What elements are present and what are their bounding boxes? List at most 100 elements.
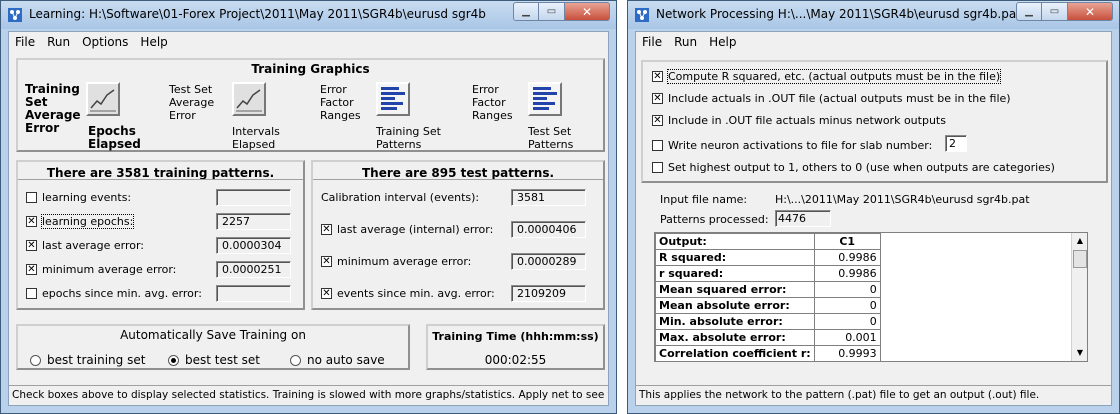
intervals-elapsed-label: Intervals Elapsed bbox=[232, 125, 280, 151]
no-auto-save-label[interactable]: no auto save bbox=[307, 354, 385, 367]
calibration-interval-label: Calibration interval (events): bbox=[321, 191, 480, 204]
learning-events-checkbox[interactable] bbox=[26, 192, 37, 203]
set-highest-output-label: Set highest output to 1, others to 0 (us… bbox=[668, 161, 1055, 174]
include-actuals-checkbox[interactable]: ✕ bbox=[652, 93, 663, 104]
learning-titlebar[interactable]: Learning: H:\Software\01-Forex Project\2… bbox=[1, 1, 616, 29]
results-table: Output: C1 R squared: 0.9986 r squared: 0.… bbox=[655, 233, 881, 361]
minimum-average-error-label: minimum average error: bbox=[42, 263, 177, 276]
learning-window: Learning: H:\Software\01-Forex Project\2… bbox=[0, 0, 617, 414]
line-graph-icon bbox=[90, 89, 116, 112]
line-graph-icon bbox=[236, 89, 262, 112]
network-client: File Run Help ✕ Compute R squared, etc. … bbox=[635, 31, 1112, 406]
learning-events-value bbox=[216, 189, 291, 206]
events-since-min-checkbox[interactable]: ✕ bbox=[321, 288, 332, 299]
best-test-set-label[interactable]: best test set bbox=[185, 354, 260, 367]
network-options-panel: ✕ Compute R squared, etc. (actual output… bbox=[641, 60, 1108, 183]
menu-help[interactable]: Help bbox=[703, 32, 742, 52]
menu-run[interactable]: Run bbox=[41, 32, 76, 52]
maximize-icon: ▭ bbox=[546, 6, 557, 17]
input-file-value: H:\...\2011\May 2011\SGR4b\eurusd sgr4b.… bbox=[775, 193, 1030, 206]
epochs-since-min-label: epochs since min. avg. error: bbox=[42, 287, 202, 300]
maximize-icon: ▭ bbox=[1049, 6, 1060, 17]
training-set-average-error-label: Training Set Average Error bbox=[25, 82, 81, 135]
last-internal-error-value: 0.0000406 bbox=[511, 221, 586, 238]
minimum-average-error-value: 0.0000251 bbox=[216, 261, 291, 278]
table-row: Mean absolute error: 0 bbox=[655, 297, 881, 314]
table-header-cell: Output: bbox=[655, 233, 815, 250]
close-icon: ✕ bbox=[1084, 4, 1096, 19]
minimize-button[interactable]: ▁ bbox=[513, 2, 539, 21]
close-button[interactable]: ✕ bbox=[565, 2, 610, 21]
scroll-thumb[interactable] bbox=[1073, 250, 1087, 268]
last-average-error-value: 0.0000304 bbox=[216, 237, 291, 254]
bar-list-icon bbox=[533, 87, 557, 110]
test-min-average-error-value: 0.0000289 bbox=[511, 253, 586, 270]
bar-list-icon bbox=[381, 87, 405, 110]
epochs-since-min-checkbox[interactable] bbox=[26, 288, 37, 299]
learning-client: File Run Options Help Training Graphics … bbox=[8, 31, 609, 406]
compute-r-squared-checkbox[interactable]: ✕ bbox=[652, 71, 663, 82]
learning-menubar: File Run Options Help bbox=[9, 32, 608, 52]
events-since-min-value: 2109209 bbox=[511, 285, 586, 302]
test-set-average-error-label: Test Set Average Error bbox=[169, 83, 215, 122]
set-highest-output-checkbox[interactable] bbox=[652, 162, 663, 173]
scroll-down-arrow[interactable]: ▼ bbox=[1072, 345, 1087, 361]
results-grid[interactable]: Output: C1 R squared: 0.9986 r squared: 0.… bbox=[654, 232, 1088, 362]
training-graphics-panel: Training Graphics Training Set Average E… bbox=[16, 58, 605, 152]
error-factor-ranges-label-2: Error Factor Ranges bbox=[472, 83, 513, 122]
scroll-up-arrow[interactable]: ▲ bbox=[1072, 233, 1087, 249]
test-min-average-error-label: minimum average error: bbox=[337, 255, 472, 268]
last-internal-error-checkbox[interactable]: ✕ bbox=[321, 224, 332, 235]
maximize-button[interactable]: ▭ bbox=[539, 2, 565, 21]
autosave-heading: Automatically Save Training on bbox=[120, 328, 306, 342]
events-since-min-label: events since min. avg. error: bbox=[337, 287, 495, 300]
app-icon bbox=[8, 8, 22, 22]
close-button[interactable]: ✕ bbox=[1068, 2, 1113, 21]
last-average-error-checkbox[interactable]: ✕ bbox=[26, 240, 37, 251]
training-set-patterns-button[interactable] bbox=[376, 82, 410, 116]
menu-options[interactable]: Options bbox=[76, 32, 134, 52]
test-min-average-error-checkbox[interactable]: ✕ bbox=[321, 256, 332, 267]
test-patterns-panel: There are 895 test patterns. Calibration… bbox=[311, 160, 605, 310]
test-set-patterns-button[interactable] bbox=[528, 82, 562, 116]
learning-statusbar: Check boxes above to display selected st… bbox=[9, 385, 608, 405]
vertical-scrollbar[interactable]: ▲ ▼ bbox=[1071, 233, 1087, 361]
minimize-button[interactable]: ▁ bbox=[1016, 2, 1042, 21]
network-title: Network Processing H:\...\May 2011\SGR4b… bbox=[656, 7, 1021, 21]
learning-epochs-checkbox[interactable]: ✕ bbox=[26, 216, 37, 227]
minimum-average-error-checkbox[interactable]: ✕ bbox=[26, 264, 37, 275]
minimize-icon: ▁ bbox=[1025, 6, 1033, 17]
learning-epochs-value: 2257 bbox=[216, 213, 291, 230]
network-titlebar[interactable]: Network Processing H:\...\May 2011\SGR4b… bbox=[628, 1, 1119, 29]
menu-file[interactable]: File bbox=[9, 32, 41, 52]
no-auto-save-radio[interactable] bbox=[290, 355, 301, 366]
training-graphics-heading: Training Graphics bbox=[251, 62, 370, 76]
best-test-set-radio[interactable] bbox=[168, 355, 179, 366]
best-training-set-radio[interactable] bbox=[30, 355, 41, 366]
training-error-graph-button[interactable] bbox=[86, 82, 120, 116]
slab-number-input[interactable]: 2 bbox=[945, 135, 967, 152]
table-row: Mean squared error: 0 bbox=[655, 281, 881, 298]
maximize-button[interactable]: ▭ bbox=[1042, 2, 1068, 21]
include-actuals-label: Include actuals in .OUT file (actual out… bbox=[668, 92, 1011, 105]
table-row: r squared: 0.9986 bbox=[655, 265, 881, 282]
menu-file[interactable]: File bbox=[636, 32, 668, 52]
patterns-processed-label: Patterns processed: bbox=[660, 213, 769, 226]
error-factor-ranges-label-1: Error Factor Ranges bbox=[320, 83, 361, 122]
menu-help[interactable]: Help bbox=[134, 32, 173, 52]
best-training-set-label[interactable]: best training set bbox=[47, 354, 145, 367]
last-average-error-label: last average error: bbox=[42, 239, 145, 252]
app-icon bbox=[635, 8, 649, 22]
table-row: Correlation coefficient r: 0.9993 bbox=[655, 345, 881, 361]
learning-events-label: learning events: bbox=[42, 191, 132, 204]
include-actuals-minus-checkbox[interactable]: ✕ bbox=[652, 115, 663, 126]
network-menubar: File Run Help bbox=[636, 32, 1111, 52]
test-set-patterns-label: Test Set Patterns bbox=[528, 125, 574, 151]
test-error-graph-button[interactable] bbox=[232, 82, 266, 116]
learning-epochs-label: learning epochs: bbox=[40, 214, 135, 229]
table-row: Max. absolute error: 0.001 bbox=[655, 329, 881, 346]
menu-run[interactable]: Run bbox=[668, 32, 703, 52]
training-patterns-panel: There are 3581 training patterns. learni… bbox=[16, 160, 305, 310]
training-time-panel: Training Time (hhh:mm:ss) 000:02:55 bbox=[426, 324, 605, 370]
write-activations-checkbox[interactable] bbox=[652, 140, 663, 151]
